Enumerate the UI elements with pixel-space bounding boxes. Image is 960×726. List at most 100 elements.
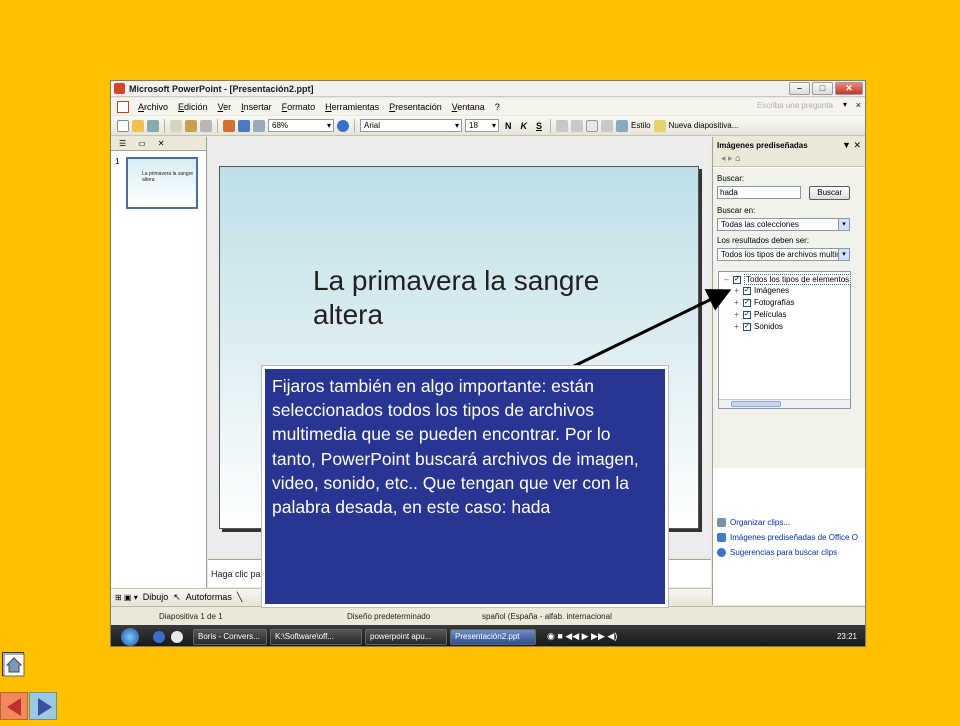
line-icon[interactable]: ╲ [237,592,242,603]
search-in-select[interactable]: Todas las colecciones ▾ [717,218,850,231]
link-label: Imágenes prediseñadas de Office O [730,533,858,542]
expand-icon[interactable]: + [733,286,740,295]
taskbar-item[interactable]: powerpoint apu... [365,628,447,645]
organize-clips-link[interactable]: Organizar clips... [717,515,865,530]
checkbox-checked[interactable]: ✓ [743,322,751,331]
grid-icon[interactable] [253,119,265,132]
back-icon[interactable]: ◂ [721,153,726,163]
bold-button[interactable]: N [502,121,515,131]
tips-link[interactable]: Sugerencias para buscar clips [717,545,865,560]
task-pane-header: Imágenes prediseñadas ▼ ✕ [713,137,865,153]
checkbox-checked[interactable]: ✓ [743,298,751,307]
chrome-icon[interactable] [171,630,183,643]
new-slide-icon[interactable] [653,119,666,132]
office-online-link[interactable]: Imágenes prediseñadas de Office O [717,530,865,545]
style-button[interactable]: Estilo [631,121,651,130]
start-button[interactable] [121,627,139,646]
style-icon[interactable] [616,119,629,132]
next-slide-button[interactable] [29,692,57,720]
help-icon [717,548,726,557]
menu-edicion[interactable]: Edición [173,102,213,112]
font-select[interactable]: Arial [360,119,462,132]
outline-tab-icon[interactable]: ☰ [119,139,126,148]
chevron-down-icon[interactable]: ▾ [843,100,847,109]
copy-icon[interactable] [170,119,182,132]
search-input[interactable]: hada [717,186,801,199]
menu-ver[interactable]: Ver [213,102,237,112]
maximize-button[interactable]: □ [812,82,833,95]
expand-icon[interactable]: + [733,322,740,331]
slide-thumbnail[interactable]: La primavera la sangre altera [126,157,198,209]
tree-item[interactable]: + ✓ Imágenes [733,286,789,295]
document-icon[interactable] [117,100,129,113]
dibujo-menu[interactable]: Dibujo [143,592,169,602]
close-button[interactable]: ✕ [835,82,863,95]
font-size-select[interactable]: 18 [465,119,499,132]
search-button[interactable]: Buscar [809,186,851,200]
menu-archivo[interactable]: Archivo [133,102,173,112]
italic-button[interactable]: K [518,121,531,131]
print-icon[interactable] [147,119,159,132]
tree-item[interactable]: + ✓ Películas [733,310,786,319]
previous-slide-button[interactable] [0,692,28,720]
checkbox-checked[interactable]: ✓ [743,286,751,295]
windows-taskbar: Boris - Convers... K:\Software\off... po… [111,625,865,646]
help-search-input[interactable]: Escriba una pregunta [757,101,833,110]
pointer-icon[interactable]: ↖ [173,592,181,603]
forward-icon[interactable]: ▸ [728,153,733,163]
new-slide-button[interactable]: Nueva diapositiva... [669,121,739,130]
underline-button[interactable]: S [533,121,545,131]
view-buttons-icon[interactable]: ⊞ ▣ ▾ [115,593,138,602]
taskbar-item-active[interactable]: Presentación2.ppt [450,628,536,645]
task-pane-controls[interactable]: ▼ ✕ [842,140,861,151]
menu-herramientas[interactable]: Herramientas [320,102,384,112]
increase-font-icon[interactable] [586,119,599,132]
tree-item[interactable]: + ✓ Sonidos [733,322,783,331]
undo-icon[interactable] [200,119,212,132]
chevron-down-icon[interactable]: ▾ [838,249,849,260]
bullets-icon[interactable] [571,119,584,132]
slides-tab-icon[interactable]: ▭ [138,139,146,148]
indent-icon[interactable] [601,119,614,132]
menu-presentacion[interactable]: Presentación [384,102,447,112]
minimize-button[interactable]: – [789,82,810,95]
paste-icon[interactable] [185,119,197,132]
tree-item[interactable]: + ✓ Fotografías [733,298,794,307]
chart-icon[interactable] [223,119,235,132]
zoom-select[interactable]: 68% [268,119,334,132]
collapse-icon[interactable]: – [723,275,730,284]
new-file-icon[interactable] [117,119,129,132]
scrollbar-thumb[interactable] [731,401,781,407]
close-document-button[interactable]: × [856,100,861,110]
menu-formato[interactable]: Formato [277,102,321,112]
horizontal-scrollbar[interactable] [719,399,850,408]
checkbox-checked[interactable]: ✓ [733,275,741,284]
menu-insertar[interactable]: Insertar [236,102,277,112]
expand-icon[interactable]: + [733,310,740,319]
clipart-task-pane: Imágenes prediseñadas ▼ ✕ ◂ ▸ ⌂ Buscar: … [712,137,865,605]
tree-root-row[interactable]: – ✓ Todos los tipos de elementos [723,274,852,285]
home-button[interactable] [2,652,25,677]
results-select[interactable]: Todos los tipos de archivos multir ▾ [717,248,850,261]
media-controls-icon[interactable]: ◉ ■ ◀◀ ▶ ▶▶ ◀) [547,631,617,642]
taskbar-item[interactable]: K:\Software\off... [270,628,362,645]
autoformas-menu[interactable]: Autoformas [186,592,232,602]
checkbox-checked[interactable]: ✓ [743,310,751,319]
slide-title[interactable]: La primavera la sangre altera [313,264,613,332]
close-panel-button[interactable]: ✕ [158,139,165,148]
arrow-right-icon [38,698,52,716]
taskbar-item[interactable]: Boris - Convers... [193,628,267,645]
help-icon[interactable] [337,119,349,132]
search-in-label: Buscar en: [717,206,756,215]
menu-help[interactable]: ? [490,102,505,112]
chevron-down-icon[interactable]: ▾ [838,219,849,230]
media-type-tree: – ✓ Todos los tipos de elementos + ✓ Imá… [718,271,852,409]
table-icon[interactable] [238,119,250,132]
menu-ventana[interactable]: Ventana [447,102,490,112]
list-icon[interactable] [556,119,569,132]
expand-icon[interactable]: + [733,298,740,307]
open-folder-icon[interactable] [132,119,144,132]
browser-icon[interactable] [153,630,165,643]
tree-item-label: Películas [754,310,787,319]
home-icon[interactable]: ⌂ [735,153,740,163]
